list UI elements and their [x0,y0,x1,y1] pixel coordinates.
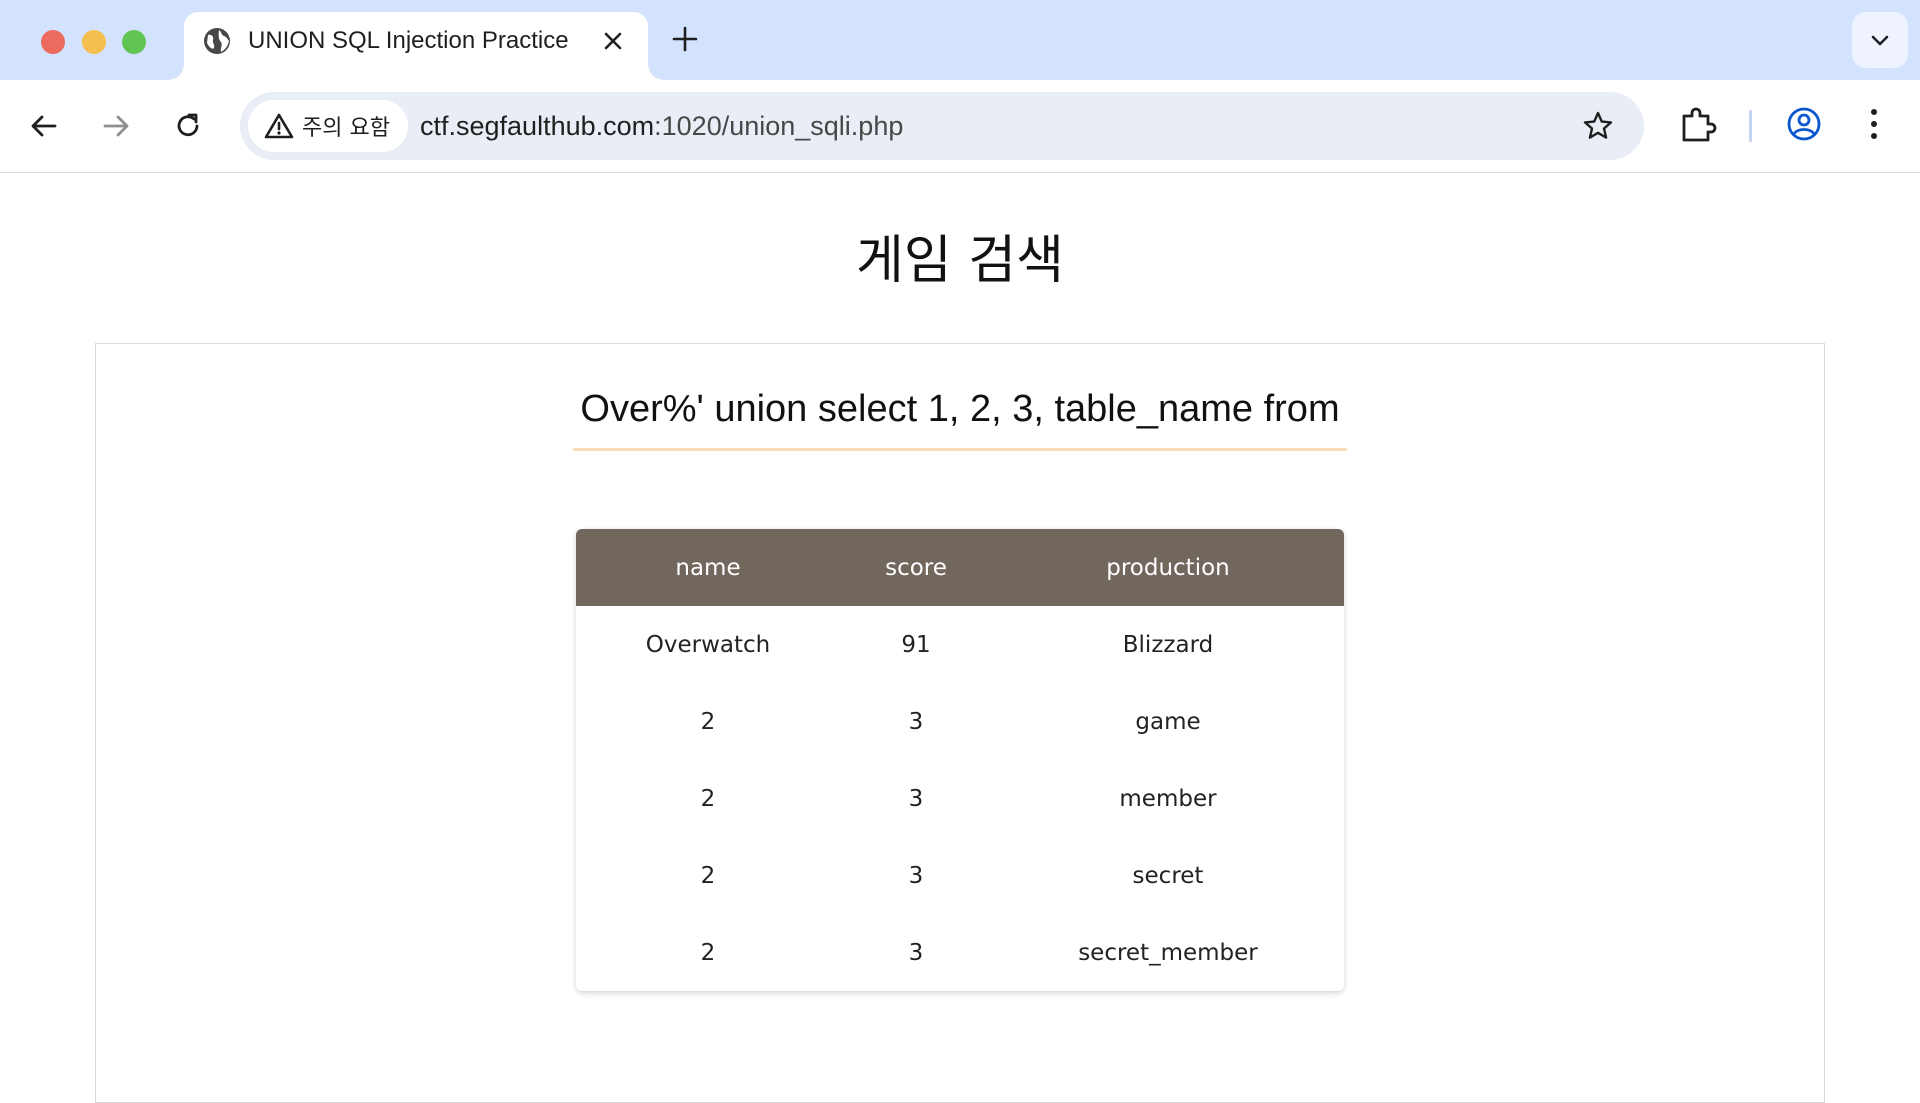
column-header-score: score [840,529,992,606]
cell-production: game [1135,708,1201,735]
cell-score: 3 [908,785,924,812]
table-row: 2 3 game [576,683,1344,760]
extensions-puzzle-icon[interactable] [1676,102,1720,146]
cell-score: 3 [908,708,924,735]
cell-name: 2 [700,862,716,889]
search-query-text: Over%' union select 1, 2, 3, table_name … [580,388,1340,430]
close-window-button[interactable] [41,30,65,54]
tab-title: UNION SQL Injection Practice [248,27,569,54]
minimize-window-button[interactable] [82,30,106,54]
table-row: Overwatch 91 Blizzard [576,606,1344,683]
new-tab-icon[interactable] [670,24,700,54]
cell-name: 2 [700,939,716,966]
maximize-window-button[interactable] [122,30,146,54]
column-header-production: production [992,529,1344,606]
url-path: :1020/union_sqli.php [654,111,904,141]
tab-search-button[interactable] [1852,12,1908,68]
cell-production: secret_member [1078,939,1258,966]
table-row: 2 3 secret_member [576,914,1344,991]
tab-strip: UNION SQL Injection Practice [0,0,1920,80]
cell-production: Blizzard [1122,631,1214,658]
cell-score: 3 [908,862,924,889]
search-query-underline [573,448,1347,451]
forward-button[interactable] [96,106,136,146]
table-row: 2 3 member [576,760,1344,837]
bookmark-star-icon[interactable] [1582,110,1614,142]
cell-production: member [1119,785,1217,812]
browser-toolbar: 주의 요함 ctf.segfaulthub.com:1020/union_sql… [0,80,1920,173]
reload-button[interactable] [168,106,208,146]
close-tab-icon[interactable] [600,28,626,54]
page-title: 게임 검색 [856,231,1064,291]
url-host: ctf.segfaulthub.com [420,111,655,141]
arrow-left-icon [31,115,57,137]
security-warning-label: 주의 요함 [302,116,390,141]
url-text[interactable]: ctf.segfaulthub.com:1020/union_sqli.php [420,108,903,144]
cell-score: 91 [901,631,931,658]
results-table: name score production Overwatch 91 Blizz… [576,529,1344,991]
site-info-chip[interactable]: 주의 요함 [248,100,408,152]
warning-triangle-icon [264,113,294,139]
column-header-name: name [576,529,840,606]
chevron-down-icon [1871,35,1889,46]
reload-icon [177,113,199,137]
arrow-right-icon [103,115,129,137]
back-button[interactable] [24,106,64,146]
toolbar-divider [1749,110,1752,142]
profile-avatar-icon[interactable] [1784,104,1824,144]
cell-production: secret [1132,862,1204,889]
globe-icon [204,28,230,54]
table-row: 2 3 secret [576,837,1344,914]
address-bar[interactable]: 주의 요함 ctf.segfaulthub.com:1020/union_sql… [240,92,1644,160]
more-menu-icon[interactable] [1862,104,1886,144]
cell-name: 2 [700,708,716,735]
table-header-row: name score production [576,529,1344,606]
active-tab[interactable]: UNION SQL Injection Practice [184,12,648,80]
cell-name: 2 [700,785,716,812]
cell-score: 3 [908,939,924,966]
cell-name: Overwatch [645,631,771,658]
